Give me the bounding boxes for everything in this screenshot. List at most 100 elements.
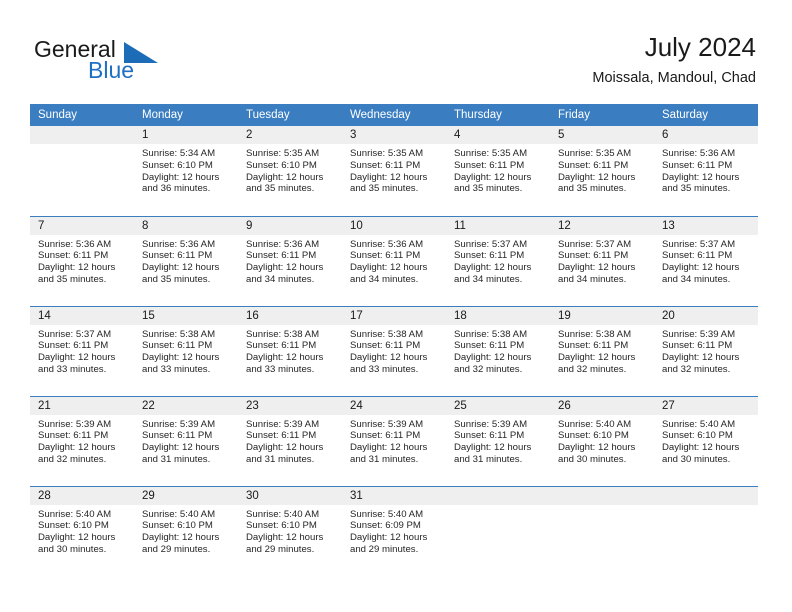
sunset-text: Sunset: 6:11 PM [454,340,525,352]
calendar-week-row: 14 Sunrise: 5:37 AM Sunset: 6:11 PM Dayl… [30,305,758,396]
calendar-day-cell[interactable]: 31 Sunrise: 5:40 AM Sunset: 6:09 PM Dayl… [342,485,446,576]
calendar-day-cell[interactable]: 2 Sunrise: 5:35 AM Sunset: 6:10 PM Dayli… [238,126,342,216]
calendar-grid: Sunday Monday Tuesday Wednesday Thursday… [30,104,758,576]
daylight-text: Daylight: 12 hours [662,442,740,454]
weekday-header-thursday: Thursday [446,104,550,126]
day-number: 22 [134,396,238,415]
day-number: 13 [654,216,758,235]
day-details: Sunrise: 5:37 AM Sunset: 6:11 PM Dayligh… [654,235,758,286]
day-details: Sunrise: 5:40 AM Sunset: 6:10 PM Dayligh… [550,415,654,466]
calendar-day-cell[interactable]: 10 Sunrise: 5:36 AM Sunset: 6:11 PM Dayl… [342,215,446,306]
sunrise-text: Sunrise: 5:39 AM [142,418,216,430]
calendar-day-cell[interactable]: 11 Sunrise: 5:37 AM Sunset: 6:11 PM Dayl… [446,215,550,306]
calendar-day-cell[interactable]: 21 Sunrise: 5:39 AM Sunset: 6:11 PM Dayl… [30,395,134,486]
calendar-day-cell[interactable]: 25 Sunrise: 5:39 AM Sunset: 6:11 PM Dayl… [446,395,550,486]
sunrise-text: Sunrise: 5:37 AM [558,238,632,250]
sunset-text: Sunset: 6:10 PM [246,520,317,532]
daylight-text-cont: and 33 minutes. [350,363,419,375]
daylight-text: Daylight: 12 hours [558,171,636,183]
calendar-day-cell[interactable]: 27 Sunrise: 5:40 AM Sunset: 6:10 PM Dayl… [654,395,758,486]
day-details: Sunrise: 5:36 AM Sunset: 6:11 PM Dayligh… [342,235,446,286]
calendar-day-cell[interactable]: 24 Sunrise: 5:39 AM Sunset: 6:11 PM Dayl… [342,395,446,486]
sunrise-text: Sunrise: 5:40 AM [142,508,216,520]
day-details: Sunrise: 5:36 AM Sunset: 6:11 PM Dayligh… [30,235,134,286]
daylight-text-cont: and 35 minutes. [558,183,627,195]
calendar-day-cell[interactable]: 26 Sunrise: 5:40 AM Sunset: 6:10 PM Dayl… [550,395,654,486]
calendar-day-cell[interactable]: 22 Sunrise: 5:39 AM Sunset: 6:11 PM Dayl… [134,395,238,486]
weekday-header-monday: Monday [134,104,238,126]
sunset-text: Sunset: 6:11 PM [662,250,733,262]
sunrise-text: Sunrise: 5:36 AM [142,238,216,250]
sunset-text: Sunset: 6:11 PM [246,250,317,262]
calendar-day-cell[interactable]: 7 Sunrise: 5:36 AM Sunset: 6:11 PM Dayli… [30,215,134,306]
daylight-text: Daylight: 12 hours [558,442,636,454]
sunrise-text: Sunrise: 5:38 AM [558,328,632,340]
day-number: 15 [134,306,238,325]
calendar-day-cell[interactable]: 6 Sunrise: 5:36 AM Sunset: 6:11 PM Dayli… [654,126,758,216]
daylight-text-cont: and 32 minutes. [454,363,523,375]
calendar-day-cell[interactable]: 28 Sunrise: 5:40 AM Sunset: 6:10 PM Dayl… [30,485,134,576]
calendar-day-cell[interactable]: 17 Sunrise: 5:38 AM Sunset: 6:11 PM Dayl… [342,305,446,396]
day-details [654,505,758,509]
calendar-page: General Blue July 2024 Moissala, Mandoul… [0,0,792,612]
day-details: Sunrise: 5:38 AM Sunset: 6:11 PM Dayligh… [342,325,446,376]
sunrise-text: Sunrise: 5:38 AM [142,328,216,340]
general-blue-logo[interactable]: General Blue [34,36,274,86]
daylight-text: Daylight: 12 hours [246,442,324,454]
daylight-text: Daylight: 12 hours [454,262,532,274]
sunrise-text: Sunrise: 5:36 AM [350,238,424,250]
weekday-header-friday: Friday [550,104,654,126]
sunset-text: Sunset: 6:11 PM [142,340,213,352]
day-number: 9 [238,216,342,235]
calendar-week-row: 1 Sunrise: 5:34 AM Sunset: 6:10 PM Dayli… [30,126,758,216]
daylight-text-cont: and 34 minutes. [246,273,315,285]
daylight-text-cont: and 35 minutes. [454,183,523,195]
day-details: Sunrise: 5:35 AM Sunset: 6:11 PM Dayligh… [550,144,654,195]
day-number: 18 [446,306,550,325]
calendar-day-cell[interactable]: 20 Sunrise: 5:39 AM Sunset: 6:11 PM Dayl… [654,305,758,396]
calendar-day-cell[interactable]: 19 Sunrise: 5:38 AM Sunset: 6:11 PM Dayl… [550,305,654,396]
calendar-day-cell[interactable]: 15 Sunrise: 5:38 AM Sunset: 6:11 PM Dayl… [134,305,238,396]
sunset-text: Sunset: 6:10 PM [662,430,733,442]
daylight-text-cont: and 31 minutes. [454,453,523,465]
calendar-day-cell[interactable]: 4 Sunrise: 5:35 AM Sunset: 6:11 PM Dayli… [446,126,550,216]
calendar-day-cell[interactable]: 18 Sunrise: 5:38 AM Sunset: 6:11 PM Dayl… [446,305,550,396]
day-details: Sunrise: 5:37 AM Sunset: 6:11 PM Dayligh… [30,325,134,376]
day-details: Sunrise: 5:40 AM Sunset: 6:09 PM Dayligh… [342,505,446,556]
daylight-text-cont: and 33 minutes. [38,363,107,375]
day-details: Sunrise: 5:35 AM Sunset: 6:10 PM Dayligh… [238,144,342,195]
calendar-day-cell[interactable]: 30 Sunrise: 5:40 AM Sunset: 6:10 PM Dayl… [238,485,342,576]
calendar-day-cell[interactable]: 14 Sunrise: 5:37 AM Sunset: 6:11 PM Dayl… [30,305,134,396]
sunset-text: Sunset: 6:10 PM [38,520,109,532]
day-number: 29 [134,486,238,505]
calendar-day-cell[interactable]: 16 Sunrise: 5:38 AM Sunset: 6:11 PM Dayl… [238,305,342,396]
weekday-header-sunday: Sunday [30,104,134,126]
calendar-day-cell[interactable]: 29 Sunrise: 5:40 AM Sunset: 6:10 PM Dayl… [134,485,238,576]
day-details: Sunrise: 5:38 AM Sunset: 6:11 PM Dayligh… [238,325,342,376]
daylight-text: Daylight: 12 hours [350,352,428,364]
day-details: Sunrise: 5:38 AM Sunset: 6:11 PM Dayligh… [446,325,550,376]
day-details: Sunrise: 5:37 AM Sunset: 6:11 PM Dayligh… [550,235,654,286]
calendar-day-cell[interactable]: 13 Sunrise: 5:37 AM Sunset: 6:11 PM Dayl… [654,215,758,306]
day-number: 10 [342,216,446,235]
calendar-day-cell[interactable]: 3 Sunrise: 5:35 AM Sunset: 6:11 PM Dayli… [342,126,446,216]
calendar-day-cell[interactable]: 5 Sunrise: 5:35 AM Sunset: 6:11 PM Dayli… [550,126,654,216]
sunrise-text: Sunrise: 5:36 AM [38,238,112,250]
sunset-text: Sunset: 6:11 PM [662,159,733,171]
sunset-text: Sunset: 6:11 PM [558,250,629,262]
daylight-text: Daylight: 12 hours [38,352,116,364]
page-title: July 2024 [644,32,756,62]
calendar-day-cell[interactable]: 12 Sunrise: 5:37 AM Sunset: 6:11 PM Dayl… [550,215,654,306]
calendar-week-row: 28 Sunrise: 5:40 AM Sunset: 6:10 PM Dayl… [30,485,758,576]
daylight-text-cont: and 30 minutes. [38,543,107,555]
calendar-day-cell[interactable]: 9 Sunrise: 5:36 AM Sunset: 6:11 PM Dayli… [238,215,342,306]
sunrise-text: Sunrise: 5:38 AM [350,328,424,340]
daylight-text-cont: and 33 minutes. [142,363,211,375]
calendar-day-cell[interactable]: 23 Sunrise: 5:39 AM Sunset: 6:11 PM Dayl… [238,395,342,486]
calendar-day-cell[interactable]: 1 Sunrise: 5:34 AM Sunset: 6:10 PM Dayli… [134,126,238,216]
sunset-text: Sunset: 6:11 PM [350,250,421,262]
calendar-day-cell [446,485,550,576]
sunset-text: Sunset: 6:09 PM [350,520,421,532]
calendar-day-cell[interactable]: 8 Sunrise: 5:36 AM Sunset: 6:11 PM Dayli… [134,215,238,306]
day-details: Sunrise: 5:38 AM Sunset: 6:11 PM Dayligh… [550,325,654,376]
